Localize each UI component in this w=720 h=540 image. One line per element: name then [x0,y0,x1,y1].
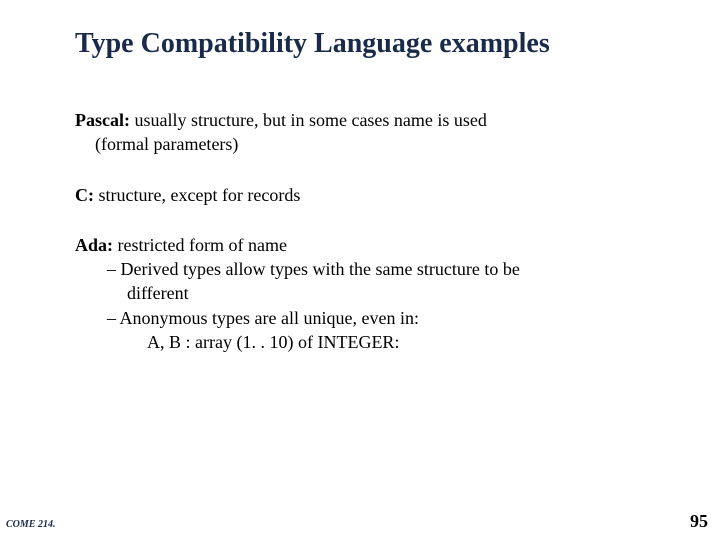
ada-block: Ada: restricted form of name – Derived t… [75,233,680,354]
pascal-text-1: usually structure, but in some cases nam… [130,110,487,130]
ada-bullet-2: – Anonymous types are all unique, even i… [75,306,680,330]
c-block: C: structure, except for records [75,183,680,207]
c-text: structure, except for records [94,185,300,205]
c-label: C: [75,185,94,205]
ada-bullet-1b: different [75,281,680,305]
footer-course-code: COME 214. [6,519,55,530]
slide: Type Compatibility Language examples Pas… [0,0,720,540]
ada-code: A, B : array (1. . 10) of INTEGER: [75,330,680,354]
page-number: 95 [690,511,708,532]
pascal-block: Pascal: usually structure, but in some c… [75,108,680,157]
pascal-label: Pascal: [75,110,130,130]
slide-content: Pascal: usually structure, but in some c… [0,108,720,354]
ada-text: restricted form of name [113,235,287,255]
pascal-text-2: (formal parameters) [75,132,680,156]
slide-title: Type Compatibility Language examples [0,28,720,60]
ada-bullet-1a: – Derived types allow types with the sam… [75,257,680,281]
ada-label: Ada: [75,235,113,255]
